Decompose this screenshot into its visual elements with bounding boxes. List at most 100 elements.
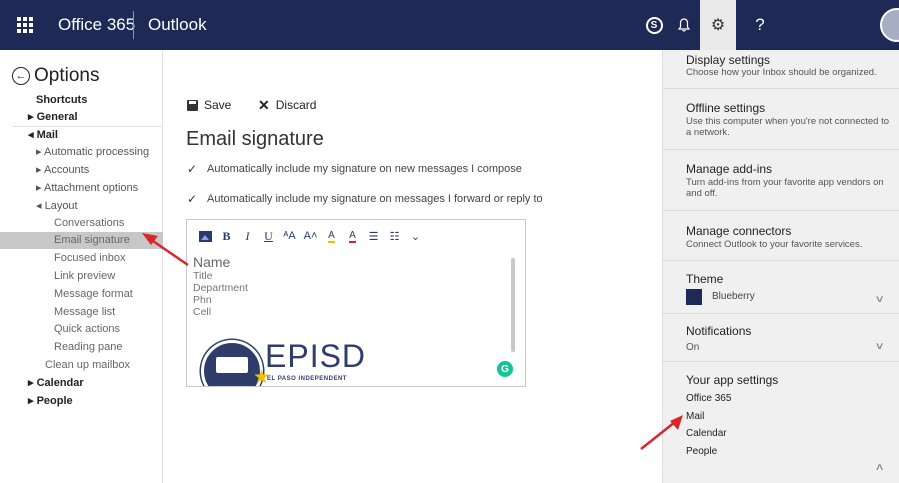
theme-select-value[interactable]: Blueberry	[712, 291, 755, 302]
nav-shortcuts[interactable]: Shortcuts	[0, 92, 163, 109]
bell-icon	[678, 18, 690, 32]
save-button[interactable]: Save	[187, 98, 231, 112]
close-icon: ✕	[258, 97, 270, 113]
offline-settings-desc: Use this computer when you're not connec…	[686, 116, 890, 138]
theme-swatch[interactable]	[686, 289, 702, 305]
signature-department: Department	[193, 282, 248, 294]
nav-conversations[interactable]: Conversations	[0, 215, 163, 232]
display-settings-link[interactable]: Display settings	[686, 53, 770, 67]
nav-quick-actions[interactable]: Quick actions	[0, 321, 163, 338]
bullets-button[interactable]: ☰	[363, 228, 384, 244]
options-back-button[interactable]: ← Options	[12, 65, 99, 87]
nav-calendar[interactable]: ▸ Calendar	[0, 375, 163, 392]
nav-message-format[interactable]: Message format	[0, 286, 163, 303]
settings-button[interactable]: ⚙	[700, 0, 736, 50]
signature-title: Title	[193, 270, 213, 282]
avatar[interactable]	[880, 8, 899, 42]
bold-button[interactable]: B	[216, 228, 237, 244]
app-settings-office365[interactable]: Office 365	[686, 393, 731, 404]
nav-layout[interactable]: ◂ Layout	[0, 198, 163, 215]
episd-logo: ★ EPISD EL PASO INDEPENDENT	[201, 336, 391, 386]
logo-subtext: EL PASO INDEPENDENT	[267, 376, 347, 382]
app-launcher-button[interactable]	[0, 0, 50, 50]
nav-link-preview[interactable]: Link preview	[0, 268, 163, 285]
nav-people[interactable]: ▸ People	[0, 393, 163, 410]
nav-email-signature[interactable]: Email signature	[0, 232, 163, 249]
image-icon	[199, 230, 212, 242]
help-icon: ?	[755, 15, 765, 34]
more-formatting-button[interactable]: ⌄	[405, 228, 426, 244]
app-settings-calendar[interactable]: Calendar	[686, 428, 727, 439]
app-header: Office 365 Outlook S ⚙ ?	[0, 0, 899, 50]
italic-button[interactable]: I	[237, 228, 258, 244]
logo-text: EPISD	[265, 338, 367, 374]
page-title: Email signature	[186, 128, 324, 150]
discard-button[interactable]: ✕ Discard	[258, 98, 316, 112]
header-divider	[133, 11, 134, 39]
app-settings-people[interactable]: People	[686, 446, 717, 457]
chevron-up-icon[interactable]: ∧	[875, 462, 885, 473]
app-name[interactable]: Outlook	[148, 15, 207, 35]
numbered-list-icon: ☷	[389, 230, 400, 243]
gear-icon: ⚙	[710, 17, 726, 34]
expand-arrow-icon: ▸	[28, 395, 37, 407]
nav-automatic-processing[interactable]: ▸ Automatic processing	[0, 144, 163, 161]
expand-arrow-icon: ▸	[28, 377, 37, 389]
grammarly-icon[interactable]: G	[497, 361, 513, 377]
nav-mail[interactable]: ◂ Mail	[0, 127, 163, 144]
chevron-down-icon[interactable]: ∨	[875, 341, 885, 352]
grow-font-button[interactable]: A˄	[300, 228, 321, 244]
include-signature-new-checkbox[interactable]: ✓ Automatically include my signature on …	[186, 162, 522, 176]
save-label: Save	[204, 98, 232, 112]
manage-addins-link[interactable]: Manage add-ins	[686, 162, 772, 176]
help-button[interactable]: ?	[742, 0, 778, 50]
signature-phone: Phn	[193, 294, 212, 306]
editor-scrollbar[interactable]	[511, 258, 515, 352]
nav-general[interactable]: ▸ General	[0, 109, 163, 126]
nav-accounts[interactable]: ▸ Accounts	[0, 162, 163, 179]
collapse-arrow-icon: ◂	[28, 129, 37, 141]
highlight-button[interactable]: A	[321, 228, 342, 244]
panel-divider	[662, 313, 899, 314]
signature-cell: Cell	[193, 306, 212, 318]
expand-arrow-icon: ▸	[36, 146, 44, 158]
save-icon	[187, 99, 198, 111]
manage-connectors-desc: Connect Outlook to your favorite service…	[686, 239, 863, 250]
skype-icon: S	[645, 16, 663, 34]
include-signature-forward-checkbox[interactable]: ✓ Automatically include my signature on …	[186, 192, 543, 206]
notifications-button[interactable]	[666, 0, 702, 50]
back-arrow-icon: ←	[12, 67, 30, 85]
checkbox-label: Automatically include my signature on ne…	[207, 163, 522, 175]
checkmark-icon: ✓	[186, 162, 198, 176]
display-settings-desc: Choose how your Inbox should be organize…	[686, 67, 877, 78]
panel-divider	[662, 210, 899, 211]
notifications-heading: Notifications	[686, 324, 752, 338]
nav-focused-inbox[interactable]: Focused inbox	[0, 250, 163, 267]
expand-arrow-icon: ▸	[36, 182, 44, 194]
numbering-button[interactable]: ☷	[384, 228, 405, 244]
waffle-icon	[17, 17, 33, 33]
panel-divider	[662, 361, 899, 362]
signature-editor[interactable]: B I U ᴬA A˄ A A ☰ ☷ ⌄ Name Title Departm…	[186, 219, 526, 387]
insert-image-button[interactable]	[195, 228, 216, 244]
app-settings-heading: Your app settings	[686, 373, 779, 387]
chevron-down-icon[interactable]: ∨	[875, 294, 885, 305]
manage-connectors-link[interactable]: Manage connectors	[686, 224, 791, 238]
notifications-select-value[interactable]: On	[686, 342, 699, 353]
app-settings-mail[interactable]: Mail	[686, 411, 704, 422]
nav-message-list[interactable]: Message list	[0, 304, 163, 321]
brand-title[interactable]: Office 365	[58, 15, 135, 35]
options-title: Options	[34, 65, 100, 86]
collapse-arrow-icon: ◂	[36, 200, 45, 212]
font-color-button[interactable]: A	[342, 228, 363, 244]
expand-arrow-icon: ▸	[28, 111, 37, 123]
underline-button[interactable]: U	[258, 228, 279, 244]
nav-reading-pane[interactable]: Reading pane	[0, 339, 163, 356]
nav-attachment-options[interactable]: ▸ Attachment options	[0, 180, 163, 197]
bullet-list-icon: ☰	[368, 230, 379, 243]
nav-clean-up-mailbox[interactable]: Clean up mailbox	[0, 357, 163, 374]
offline-settings-link[interactable]: Offline settings	[686, 101, 765, 115]
font-size-button[interactable]: ᴬA	[279, 228, 300, 244]
font-size-icon: ᴬA	[283, 230, 296, 242]
panel-divider	[662, 149, 899, 150]
